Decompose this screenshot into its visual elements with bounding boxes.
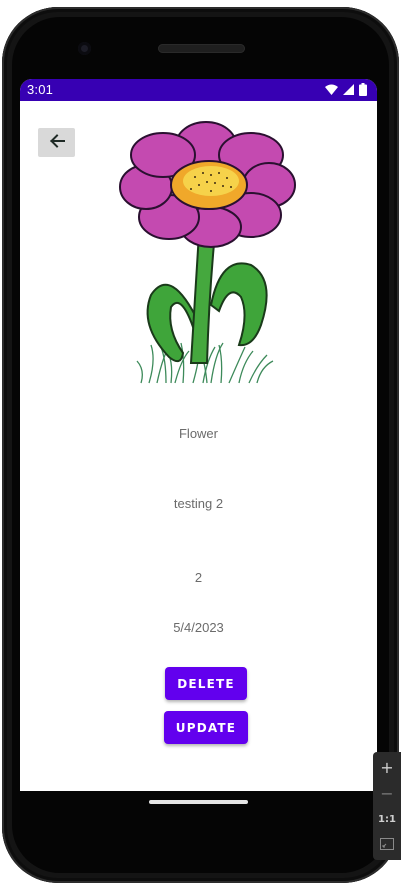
actual-size-button[interactable]: 1:1 (373, 806, 401, 832)
zoom-out-button[interactable]: − (373, 780, 401, 806)
battery-icon (359, 83, 367, 96)
fit-screen-icon[interactable] (380, 838, 394, 850)
zoom-in-button[interactable]: + (373, 754, 401, 780)
front-camera (78, 42, 91, 55)
wifi-icon (325, 84, 338, 95)
emulator-zoom-controls: + − 1:1 (373, 752, 401, 860)
item-quantity: 2 (194, 570, 203, 585)
delete-button[interactable]: DELETE (165, 667, 247, 700)
flower-image (111, 115, 301, 385)
back-button[interactable] (38, 128, 75, 157)
app-screen: 3:01 Flower testing 2 2 5/4/2023 DELETE … (20, 79, 377, 791)
item-description: testing 2 (173, 496, 224, 511)
item-date: 5/4/2023 (173, 620, 224, 635)
status-bar: 3:01 (20, 79, 377, 101)
item-title: Flower (178, 426, 218, 441)
update-button[interactable]: UPDATE (164, 711, 248, 744)
status-time: 3:01 (27, 82, 54, 97)
home-gesture-handle[interactable] (149, 800, 248, 804)
earpiece-speaker (158, 44, 245, 53)
navigation-bar (20, 791, 377, 821)
status-icons (325, 83, 367, 96)
cell-signal-icon (343, 84, 354, 95)
arrow-left-icon (49, 133, 65, 152)
